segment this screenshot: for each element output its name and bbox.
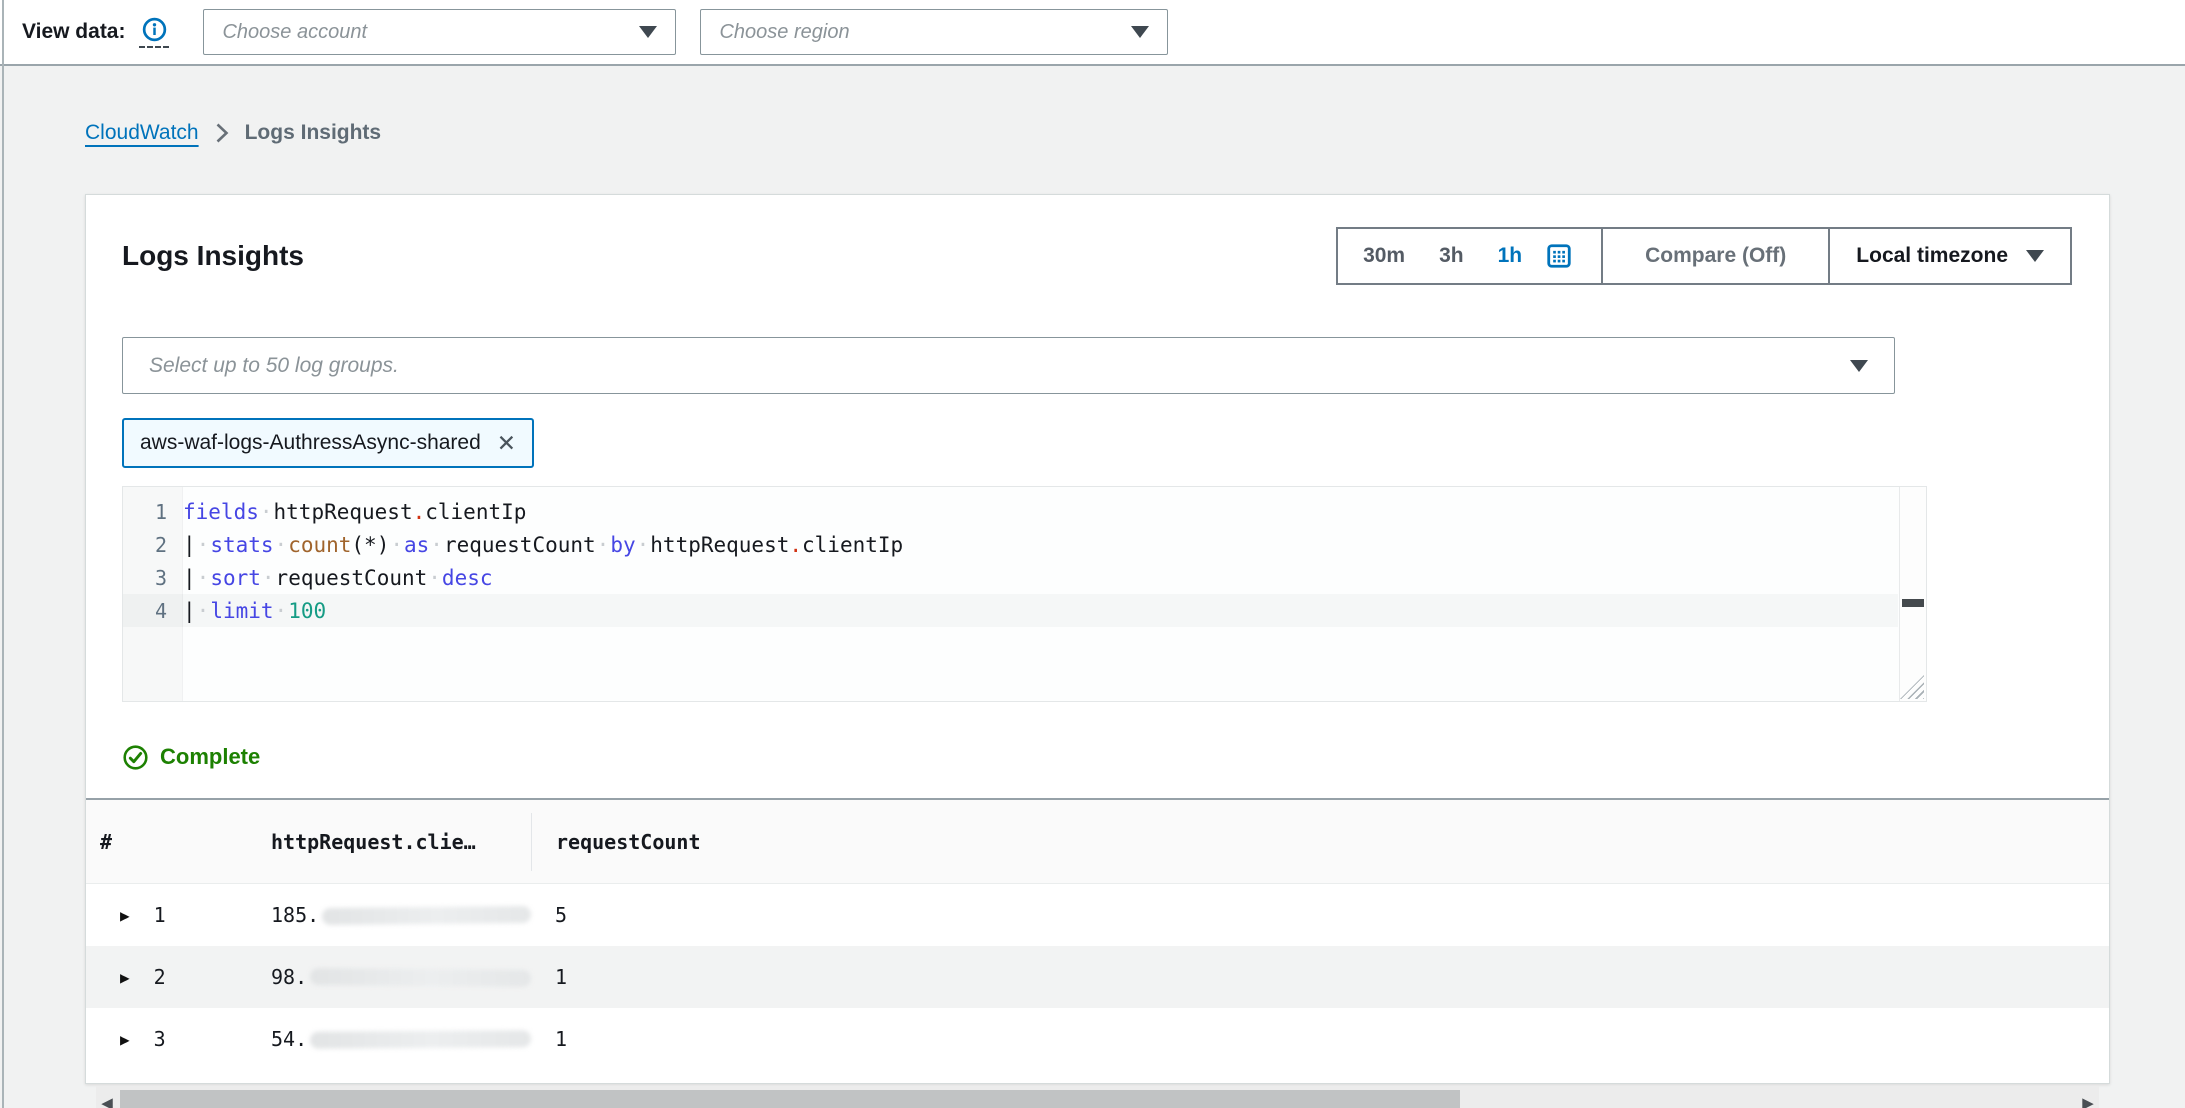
chevron-down-icon [1131,26,1149,38]
code-line[interactable]: 1fields·httpRequest.clientIp [123,495,1898,528]
info-dashed-underline [139,46,169,48]
ip-prefix: 54. [271,1027,307,1051]
row-index: 1 [154,903,166,927]
code-text: fields·httpRequest.clientIp [183,500,526,524]
line-number: 2 [123,533,183,557]
scroll-right-icon[interactable]: ▶ [2077,1094,2099,1108]
code-line[interactable]: 4|·limit·100 [123,594,1898,627]
status-label: Complete [160,744,260,770]
compare-button[interactable]: Compare (Off) [1601,227,1830,285]
breadcrumb-current: Logs Insights [245,121,382,145]
log-group-select[interactable]: Select up to 50 log groups. [122,337,1895,394]
results-table: # httpRequest.clie… requestCount ▶ 1 185. 5… [86,798,2109,1070]
cloudwatch-logs-insights-page: View data: Choose account Choose region … [0,0,2185,1108]
query-status: Complete [122,742,2109,772]
scroll-left-icon[interactable]: ◀ [96,1094,118,1108]
request-count-cell: 1 [531,965,2109,989]
results-rows: ▶ 1 185. 5 ▶ 2 98. 1 ▶ 3 54. 1 [86,884,2109,1070]
time-range-3h[interactable]: 3h [1422,244,1481,268]
view-data-label: View data: [22,20,125,44]
window-left-edge [2,0,4,1108]
breadcrumb-cloudwatch-link[interactable]: CloudWatch [85,121,199,145]
row-index: 2 [154,965,166,989]
expand-row-icon[interactable]: ▶ [120,906,130,925]
column-header-index[interactable]: # [86,830,261,854]
logs-insights-card: Logs Insights 30m 3h 1h [85,194,2110,1084]
ip-prefix: 185. [271,903,319,927]
chevron-down-icon [2026,250,2044,262]
log-group-token-label: aws-waf-logs-AuthressAsync-shared [140,431,481,455]
expand-row-icon[interactable]: ▶ [120,968,130,987]
check-circle-icon [122,744,149,771]
info-icon[interactable] [139,16,169,48]
code-line[interactable]: 2|·stats·count(*)·as·requestCount·by·htt… [123,528,1898,561]
row-index: 3 [154,1027,166,1051]
chevron-right-icon [215,122,229,144]
results-header: # httpRequest.clie… requestCount [86,800,2109,884]
expand-row-icon[interactable]: ▶ [120,1030,130,1049]
chevron-down-icon [1850,360,1868,372]
card-header: Logs Insights 30m 3h 1h [86,195,2109,285]
query-editor[interactable]: 1fields·httpRequest.clientIp2|·stats·cou… [122,486,1927,702]
time-range-group: 30m 3h 1h [1336,227,1603,285]
line-number: 1 [123,500,183,524]
query-lines: 1fields·httpRequest.clientIp2|·stats·cou… [123,495,1898,627]
timezone-label: Local timezone [1856,244,2008,268]
code-line[interactable]: 3|·sort·requestCount·desc [123,561,1898,594]
redacted-ip-smudge [310,1030,531,1049]
code-text: |·sort·requestCount·desc [183,566,493,590]
redacted-ip-smudge [322,905,531,924]
table-row: ▶ 2 98. 1 [86,946,2109,1008]
time-controls: 30m 3h 1h Compare ( [1336,227,2072,285]
code-text: |·stats·count(*)·as·requestCount·by·http… [183,533,903,557]
region-select[interactable]: Choose region [700,9,1168,55]
line-number: 3 [123,566,183,590]
column-header-requestcount[interactable]: requestCount [531,813,2109,871]
time-range-30m[interactable]: 30m [1346,244,1422,268]
page-title: Logs Insights [122,240,304,272]
column-header-clientip[interactable]: httpRequest.clie… [261,830,531,854]
time-range-1h[interactable]: 1h [1481,244,1540,268]
log-group-token: aws-waf-logs-AuthressAsync-shared ✕ [122,418,534,468]
client-ip-cell: 98. [261,965,531,989]
log-group-token-row: aws-waf-logs-AuthressAsync-shared ✕ [122,418,2109,468]
horizontal-scrollbar[interactable]: ◀ ▶ [96,1086,2099,1108]
ip-prefix: 98. [271,965,307,989]
remove-token-icon[interactable]: ✕ [497,432,516,455]
scrollbar-thumb[interactable] [120,1090,1460,1108]
breadcrumb: CloudWatch Logs Insights [85,118,2185,148]
account-select[interactable]: Choose account [203,9,676,55]
client-ip-cell: 54. [261,1027,531,1051]
code-text: |·limit·100 [183,599,326,623]
editor-vertical-scrollbar[interactable] [1899,487,1926,701]
view-data-bar: View data: Choose account Choose region [0,0,2185,66]
log-group-placeholder: Select up to 50 log groups. [149,354,399,378]
chevron-down-icon [639,26,657,38]
request-count-cell: 5 [531,903,2109,927]
editor-scrollbar-thumb[interactable] [1902,599,1924,607]
calendar-icon[interactable] [1545,242,1573,270]
request-count-cell: 1 [531,1027,2109,1051]
client-ip-cell: 185. [261,903,531,927]
account-placeholder: Choose account [222,21,367,44]
redacted-ip-smudge [310,968,531,987]
region-placeholder: Choose region [719,21,849,44]
timezone-dropdown[interactable]: Local timezone [1828,227,2072,285]
line-number: 4 [123,599,183,623]
table-row: ▶ 3 54. 1 [86,1008,2109,1070]
table-row: ▶ 1 185. 5 [86,884,2109,946]
